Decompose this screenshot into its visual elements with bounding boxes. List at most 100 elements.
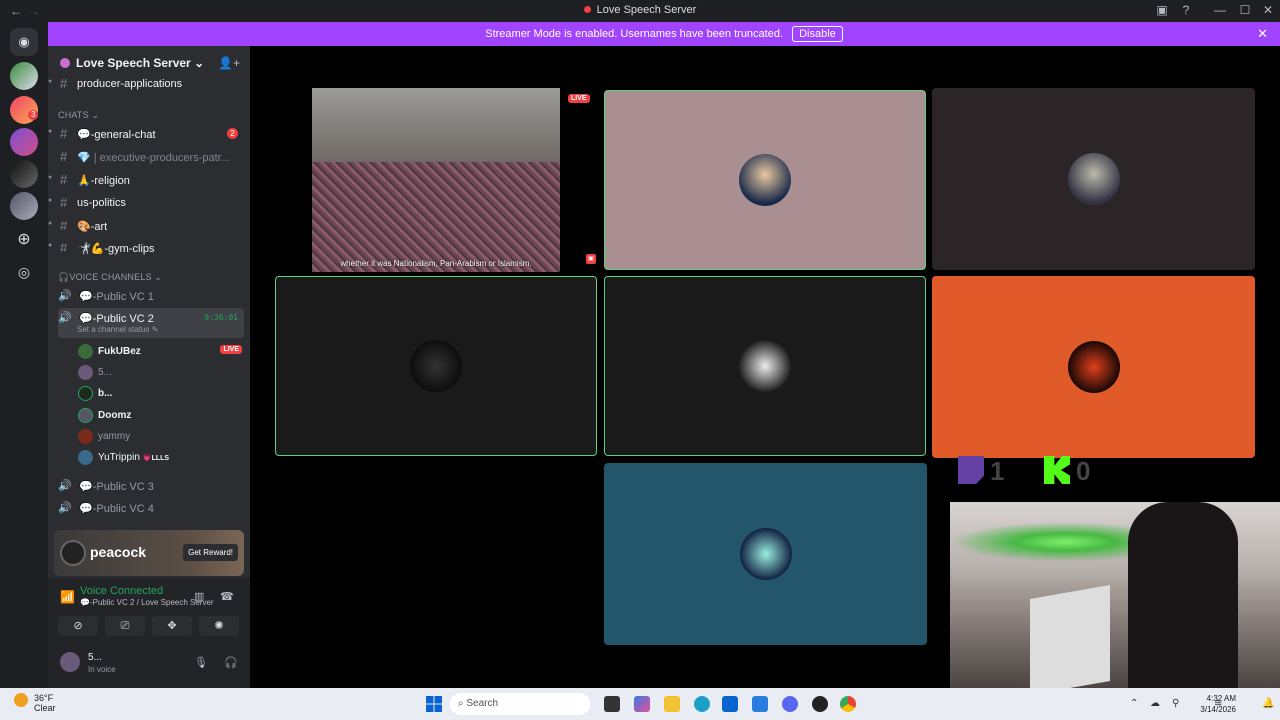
voice-user[interactable]: YuTrippin 💗LLLS [78,448,244,468]
voice-channel-4[interactable]: 🔊 💬-Public VC 4 [58,498,244,518]
tray-app-icon[interactable]: ⚲ [1172,698,1179,709]
channel-label: 🙏-religion [77,175,130,187]
disable-streamer-button[interactable]: Disable [792,26,843,42]
outlook-icon[interactable] [752,696,768,712]
close-banner-icon[interactable]: ✕ [1257,22,1268,46]
channel-gym-clips[interactable]: ● # 🤺💪-gym-clips [48,238,250,258]
camera-off-button[interactable]: ⊘ [58,616,98,636]
hash-icon: # [60,149,68,164]
participant-tile[interactable] [275,276,597,456]
participant-tile[interactable] [604,90,926,270]
voice-channel-1[interactable]: 🔊 💬-Public VC 1 [58,286,244,306]
voice-stage: whether it was Nationalism, Pan-Arabism … [250,46,1280,688]
store-icon[interactable] [722,696,738,712]
voice-channel-2[interactable]: 🔊 💬-Public VC 2 9:36:01 Set a channel statu… [58,308,244,338]
soundboard-button[interactable]: ✺ [199,616,239,636]
bullet-icon: ● [48,242,53,249]
tray-chevron-icon[interactable]: ⌃ [1130,698,1138,709]
voice-user[interactable]: yammy [78,427,244,447]
voice-channel-3[interactable]: 🔊 💬-Public VC 3 [58,476,244,496]
twitch-logo-icon [958,456,984,484]
participant-avatar [1067,153,1120,205]
notification-bell-icon[interactable]: 🔔 [1262,698,1274,709]
avatar [78,450,93,465]
headphones-icon[interactable]: 🎧 [224,656,238,669]
title-bar: ← → Love Speech Server ▣ ? — ☐ ✕ [0,0,1280,22]
channel-general-chat[interactable]: ● # 💬-general-chat 2 [48,124,250,144]
inbox-icon[interactable]: ▣ [1154,3,1170,17]
windows-start-icon[interactable] [426,696,442,712]
channel-status[interactable]: Set a channel status ✎ [77,325,158,334]
avatar [78,386,93,401]
clock[interactable]: 4:32 AM 3/14/2026 [1200,693,1236,715]
screen-share-button[interactable]: ⎚ [105,616,145,636]
taskbar-search[interactable]: ⌕ Search [450,693,590,715]
server-header[interactable]: Love Speech Server ⌄ [60,56,204,70]
channel-producer-applications[interactable]: ● # producer-applications [48,74,250,94]
clock-date: 3/14/2026 [1200,705,1236,714]
discover-icon[interactable]: ◎ [10,258,38,286]
chrome-icon[interactable] [840,696,856,712]
task-view-icon[interactable] [604,696,620,712]
voice-user[interactable]: 5... [78,363,244,383]
avatar[interactable] [60,652,80,672]
signal-icon[interactable]: 📶 [60,590,75,604]
promo-logo [60,540,86,566]
discord-home-icon[interactable]: ◉ [10,28,38,56]
participant-avatar [410,340,462,392]
channel-us-politics[interactable]: ● # us-politics [48,193,250,213]
voice-channel-label: 💬-Public VC 3 [79,481,154,493]
participant-tile[interactable] [604,276,926,456]
hash-icon: # [60,172,68,187]
hash-icon: # [60,76,68,91]
server-badge: 3 [28,110,39,120]
category-chats[interactable]: CHATS ⌄ [58,110,99,121]
voice-user[interactable]: b... [78,384,244,404]
participant-tile[interactable] [932,88,1255,270]
channel-art[interactable]: ● # 🎨-art [48,216,250,236]
get-reward-button[interactable]: Get Reward! [183,544,238,561]
server-icon [60,58,70,68]
invite-icon[interactable]: 👤+ [218,56,240,70]
hash-icon: # [60,240,68,255]
activities-button[interactable]: ✥ [152,616,192,636]
file-explorer-icon[interactable] [664,696,680,712]
kick-counter: 0 [1044,456,1090,487]
help-icon[interactable]: ? [1178,3,1194,17]
server-icon-1[interactable] [10,62,38,90]
twitch-count: 1 [990,456,1005,486]
user-name: FukUBez [98,346,141,357]
live-badge: LIVE [220,345,242,354]
popout-icon[interactable]: ▣ [586,254,596,264]
category-voice-channels[interactable]: 🎧VOICE CHANNELS ⌄ [58,272,162,283]
discord-taskbar-icon[interactable] [782,696,798,712]
avatar [78,429,93,444]
tray-app-icon[interactable]: ☁ [1150,698,1160,709]
server-icon-4[interactable] [10,160,38,188]
close-window-icon[interactable]: ✕ [1260,3,1276,17]
channel-label: 🎨-art [77,221,108,233]
server-icon-5[interactable] [10,192,38,220]
microphone-icon[interactable]: 🎙 [194,656,208,669]
promo-card[interactable]: peacock Get Reward! [54,530,244,576]
streamer-mode-banner: Streamer Mode is enabled. Usernames have… [48,22,1280,46]
server-icon-3[interactable] [10,128,38,156]
channel-executive-producers[interactable]: # 💎 | executive-producers-patr... [48,147,250,167]
maximize-icon[interactable]: ☐ [1237,3,1253,17]
channel-religion[interactable]: ● # 🙏-religion [48,170,250,190]
channel-label: 🤺💪-gym-clips [77,243,155,255]
channel-label: producer-applications [77,78,183,90]
noise-suppression-icon[interactable]: ▥ [194,590,204,603]
add-server-icon[interactable]: ⊕ [10,226,38,254]
minimize-icon[interactable]: — [1212,3,1228,17]
edge-icon[interactable] [694,696,710,712]
weather-widget[interactable]: 36°F Clear [14,693,56,713]
disconnect-icon[interactable]: ☎ [220,590,234,603]
voice-user[interactable]: Doomz [78,406,244,426]
voice-user[interactable]: FukUBez LIVE [78,342,244,362]
participant-tile[interactable] [604,463,927,645]
participant-tile[interactable] [932,276,1255,458]
copilot-icon[interactable] [634,696,650,712]
app-icon[interactable] [812,696,828,712]
stream-video[interactable]: whether it was Nationalism, Pan-Arabism … [312,88,560,272]
